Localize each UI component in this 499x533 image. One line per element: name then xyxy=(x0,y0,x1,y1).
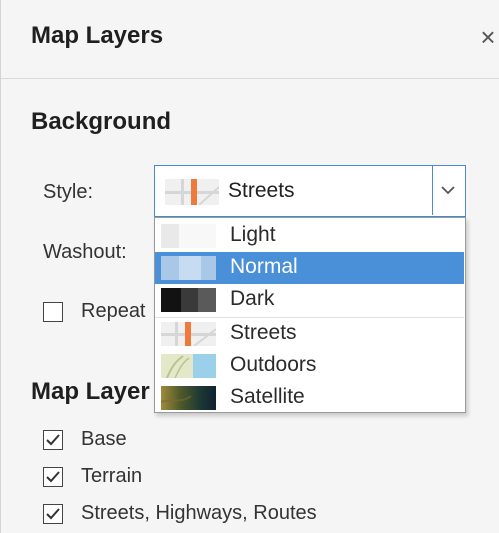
style-option-light[interactable]: Light xyxy=(155,220,464,252)
style-select-toggle[interactable] xyxy=(432,166,465,215)
streets-swatch xyxy=(161,322,216,346)
style-option-label: Streets xyxy=(230,321,297,344)
streets-layer-checkbox[interactable] xyxy=(43,504,63,524)
map-layers-panel: Map Layers × Background Style: Washout: … xyxy=(0,0,499,533)
style-dropdown-list: Light Normal Dark Streets Outdoors Satel… xyxy=(154,217,466,413)
style-option-label: Light xyxy=(230,223,276,246)
panel-title: Map Layers xyxy=(31,22,164,49)
repeat-checkbox[interactable] xyxy=(43,302,63,322)
chevron-down-icon xyxy=(441,186,455,195)
streets-map-thumbnail xyxy=(165,179,219,205)
style-label: Style: xyxy=(43,181,94,203)
terrain-layer-label: Terrain xyxy=(81,465,143,487)
checkmark-icon xyxy=(46,471,60,483)
checkmark-icon xyxy=(46,508,60,520)
style-option-label: Dark xyxy=(230,287,275,310)
style-option-label: Satellite xyxy=(230,385,305,408)
map-layers-section-title: Map Layer xyxy=(31,378,150,405)
style-option-label: Normal xyxy=(230,255,298,278)
repeat-label: Repeat xyxy=(81,300,146,322)
light-swatch xyxy=(161,224,216,248)
style-select[interactable]: Streets xyxy=(154,165,466,217)
checkmark-icon xyxy=(46,434,60,446)
background-section-title: Background xyxy=(31,108,172,135)
streets-layer-label: Streets, Highways, Routes xyxy=(81,502,317,524)
style-option-outdoors[interactable]: Outdoors xyxy=(155,350,464,382)
style-option-dark[interactable]: Dark xyxy=(155,284,464,316)
dark-swatch xyxy=(161,288,216,312)
style-option-satellite[interactable]: Satellite xyxy=(155,382,464,414)
washout-label: Washout: xyxy=(43,241,127,263)
base-layer-label: Base xyxy=(81,428,127,450)
outdoors-swatch xyxy=(161,354,216,378)
style-option-label: Outdoors xyxy=(230,353,317,376)
style-option-normal[interactable]: Normal xyxy=(155,252,464,284)
satellite-swatch xyxy=(161,386,216,410)
close-icon[interactable]: × xyxy=(477,22,499,52)
normal-swatch xyxy=(161,256,216,280)
panel-header: Map Layers × xyxy=(1,0,499,79)
style-option-streets[interactable]: Streets xyxy=(155,318,464,350)
terrain-layer-checkbox[interactable] xyxy=(43,467,63,487)
base-layer-checkbox[interactable] xyxy=(43,430,63,450)
style-select-value: Streets xyxy=(228,179,295,202)
